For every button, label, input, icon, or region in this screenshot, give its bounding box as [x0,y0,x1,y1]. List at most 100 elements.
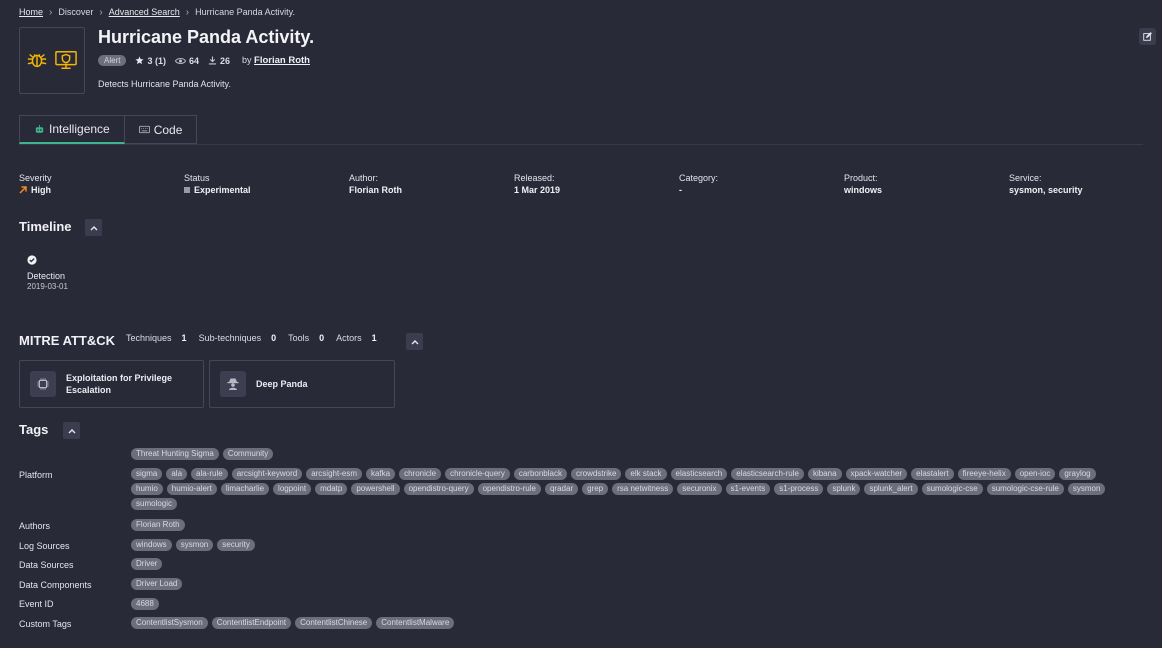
chip-icon [30,371,56,397]
mitre-actor-card[interactable]: Deep Panda [209,360,395,408]
mitre-collapse-button[interactable] [406,333,423,350]
rule-description: Detects Hurricane Panda Activity. [98,79,231,89]
by-prefix: by [242,55,252,65]
tag-chip[interactable]: sumologic [131,498,178,510]
stars-stat[interactable]: 3 (1) [135,56,166,66]
tag-chip[interactable]: elasticsearch-rule [731,468,804,480]
tag-chip[interactable]: Driver [131,558,163,570]
tag-chip[interactable]: sumologic-cse [921,483,983,495]
tag-chip[interactable]: humio-alert [166,483,217,495]
severity-value: High [31,185,51,195]
tag-chip[interactable]: mdatp [315,483,348,495]
category-label: Category: [679,173,719,183]
tab-code-label: Code [153,122,183,137]
tag-chip[interactable]: Driver Load [131,578,183,590]
tags-collapse-button[interactable] [63,422,80,439]
tag-chip[interactable]: splunk [827,483,861,495]
spy-icon [220,371,246,397]
tags-title: Tags [19,422,49,437]
tag-chip[interactable]: s1-process [774,483,824,495]
tag-chip[interactable]: security [217,539,255,551]
check-circle-icon [27,255,37,265]
tab-code[interactable]: Code [124,115,198,144]
tag-chip[interactable]: ContentlistMalware [376,617,455,629]
robot-icon [35,124,44,133]
tag-chip[interactable]: grep [582,483,609,495]
tag-chip[interactable]: opendistro-query [403,483,474,495]
techniques-label: Techniques [126,333,172,343]
subtechniques-count: 0 [271,333,277,343]
product-value: windows [844,185,882,195]
tag-chip[interactable]: elastalert [911,468,954,480]
stars-count: 3 (1) [147,55,166,66]
tag-chip[interactable]: splunk_alert [864,483,918,495]
tag-chip[interactable]: windows [131,539,172,551]
released-field: Released: 1 Mar 2019 [514,173,560,195]
breadcrumb-current: Hurricane Panda Activity. [195,7,295,17]
breadcrumb-home-link[interactable]: Home [19,7,43,17]
tag-chip[interactable]: 4688 [131,598,159,610]
log-sources-chips: windows sysmon security [131,539,1131,551]
tag-chip[interactable]: chronicle [399,468,442,480]
custom-tags-chips: ContentlistSysmon ContentlistEndpoint Cont… [131,617,1131,629]
tag-chip[interactable]: ContentlistSysmon [131,617,208,629]
author-link[interactable]: Florian Roth [254,55,310,66]
tag-chip[interactable]: securonix [677,483,722,495]
tag-chip[interactable]: powershell [351,483,400,495]
tag-chip[interactable]: crowdstrike [570,468,622,480]
tag-chip[interactable]: graylog [1059,468,1096,480]
tag-chip[interactable]: elk stack [625,468,667,480]
tag-chip[interactable]: qradar [544,483,579,495]
tag-chip[interactable]: kafka [365,468,396,480]
status-square-icon [184,187,190,193]
page-title: Hurricane Panda Activity. [98,27,315,47]
tag-chip[interactable]: arcsight-keyword [231,468,303,480]
tag-chip[interactable]: Florian Roth [131,519,185,531]
author-label: Author: [349,173,379,183]
tag-chip[interactable]: humio [131,483,163,495]
chevron-right-icon: › [99,6,103,18]
tools-label: Tools [288,333,310,343]
tag-chip[interactable]: s1-events [725,483,771,495]
chevron-right-icon: › [49,6,53,18]
breadcrumb-advanced-search-link[interactable]: Advanced Search [109,7,180,17]
tag-chip[interactable]: elasticsearch [670,468,728,480]
tag-chip[interactable]: limacharlie [220,483,270,495]
tag-chip[interactable]: opendistro-rule [477,483,541,495]
data-sources-label: Data Sources [19,560,74,570]
tag-chip[interactable]: Threat Hunting Sigma [131,448,219,460]
timeline-collapse-button[interactable] [85,219,102,236]
tag-chip[interactable]: Community [222,448,274,460]
severity-field: Severity High [19,173,52,195]
tab-bar: Intelligence Code [19,115,198,144]
tag-chip[interactable]: sumologic-cse-rule [986,483,1064,495]
tag-chip[interactable]: carbonblack [513,468,567,480]
edit-button[interactable] [1139,28,1156,45]
status-value: Experimental [194,185,251,195]
tag-chip[interactable]: rsa netwitness [612,483,674,495]
data-sources-chips: Driver [131,558,1131,570]
tag-chip[interactable]: open-ioc [1014,468,1056,480]
custom-tags-label: Custom Tags [19,619,72,629]
subtechniques-label: Sub-techniques [198,333,262,343]
downloads-stat: 26 [208,56,230,66]
tab-intelligence[interactable]: Intelligence [19,115,125,144]
tag-chip[interactable]: logpoint [273,483,312,495]
tag-chip[interactable]: xpack-watcher [845,468,908,480]
tag-chip[interactable]: sysmon [1067,483,1106,495]
tag-chip[interactable]: arcsight-esm [306,468,362,480]
tag-chip[interactable]: kibana [807,468,842,480]
author-value: Florian Roth [349,185,402,195]
tag-chip[interactable]: ala [166,468,188,480]
type-badge: Alert [98,55,127,66]
tag-chip[interactable]: ContentlistChinese [295,617,373,629]
product-field: Product: windows [844,173,882,195]
tag-chip[interactable]: sigma [131,468,163,480]
tag-chip[interactable]: ContentlistEndpoint [211,617,292,629]
tag-chip[interactable]: ala-rule [191,468,228,480]
mitre-actor-label: Deep Panda [256,379,308,389]
mitre-technique-card[interactable]: Exploitation for Privilege Escalation [19,360,204,408]
tag-chip[interactable]: chronicle-query [445,468,510,480]
tag-chip[interactable]: fireeye-helix [957,468,1011,480]
tag-chip[interactable]: sysmon [175,539,214,551]
